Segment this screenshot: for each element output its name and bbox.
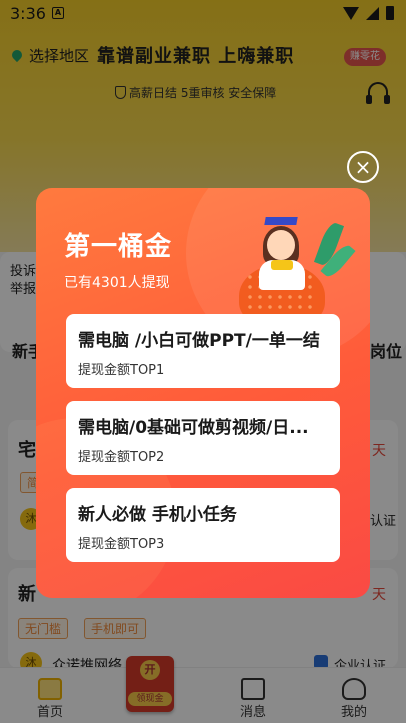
job-card-title: 需电脑 /小白可做PPT/一单一结 <box>78 331 320 351</box>
job-card-rank: 提现金额TOP2 <box>78 450 165 465</box>
first-bucket-modal: 第一桶金 已有4301人提现 需电脑 /小白可做PPT/一单一结 提现金额TOP… <box>36 188 370 598</box>
job-card-rank: 提现金额TOP3 <box>78 537 165 552</box>
job-card-rank: 提现金额TOP1 <box>78 363 165 378</box>
graduation-cap-icon <box>264 217 298 225</box>
job-card-2[interactable]: 需电脑/0基础可做剪视频/日... 提现金额TOP2 <box>66 401 340 475</box>
person-head <box>267 230 295 260</box>
job-card-title: 新人必做 手机小任务 <box>78 505 237 525</box>
graduate-illustration <box>231 212 356 328</box>
job-card-1[interactable]: 需电脑 /小白可做PPT/一单一结 提现金额TOP1 <box>66 314 340 388</box>
close-icon[interactable]: × <box>347 151 379 183</box>
person-scarf <box>271 260 293 270</box>
modal-title: 第一桶金 <box>64 232 173 262</box>
job-card-title: 需电脑/0基础可做剪视频/日... <box>78 418 309 438</box>
job-card-3[interactable]: 新人必做 手机小任务 提现金额TOP3 <box>66 488 340 562</box>
modal-subtitle: 已有4301人提现 <box>64 275 170 291</box>
